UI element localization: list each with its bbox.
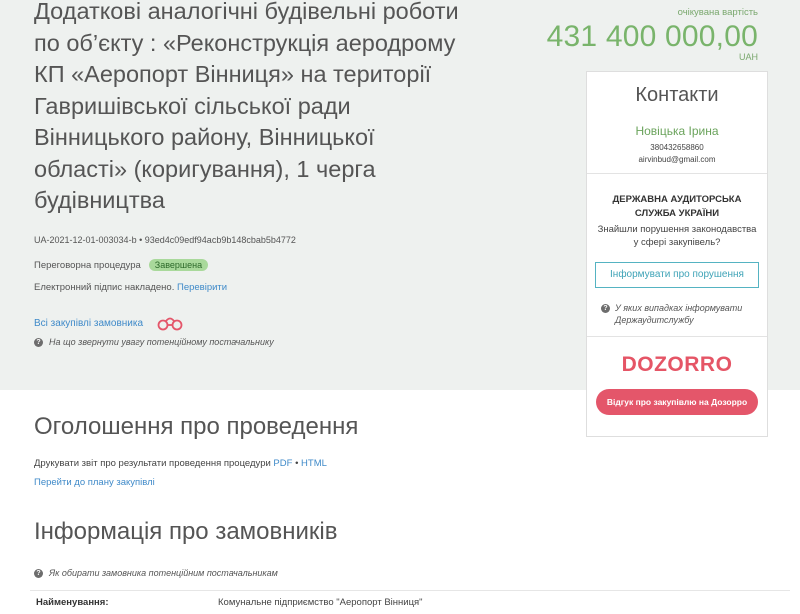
procedure-type: Переговорна процедура	[34, 259, 141, 271]
print-report-text: Друкувати звіт про результати проведення…	[34, 458, 271, 469]
procedure-row: Переговорна процедура Завершена	[34, 259, 209, 271]
supplier-note-row[interactable]: ? На що звернути увагу потенційному пост…	[34, 337, 274, 347]
tender-title: Додаткові аналогічні будівельні роботи п…	[34, 0, 459, 213]
contacts-title: Контакти	[635, 84, 719, 106]
question-icon: ?	[34, 337, 43, 347]
status-badge: Завершена	[148, 259, 209, 271]
html-link[interactable]: HTML	[301, 458, 327, 469]
audit-note[interactable]: ? У яких випадках інформувати Держаудитс…	[601, 302, 761, 326]
verify-signature-link[interactable]: Перевірити	[177, 282, 227, 293]
tender-id: UA-2021-12-01-003034-b	[34, 235, 137, 245]
panel-divider	[587, 336, 767, 337]
pdf-link[interactable]: PDF	[273, 458, 292, 469]
all-purchases-row: Всі закупівлі замовника	[34, 315, 183, 331]
binoculars-icon[interactable]	[157, 315, 183, 331]
report-violation-button[interactable]: Інформувати про порушення	[595, 262, 759, 288]
link-separator: •	[295, 458, 299, 469]
dozorro-feedback-button[interactable]: Відгук про закупівлю на Дозорро	[596, 389, 758, 415]
customer-note-text: Як обирати замовника потенційним постача…	[49, 568, 278, 578]
contact-phone: 380432658860	[650, 143, 704, 152]
audit-question: Знайшли порушення законодавства у сфері …	[597, 224, 757, 248]
panel-divider	[587, 173, 767, 174]
customer-name-row: Найменування: Комунальне підприємство "А…	[30, 590, 790, 614]
expected-value-label: очікувана вартість	[677, 7, 758, 18]
customer-note-row[interactable]: ? Як обирати замовника потенційним поста…	[34, 568, 278, 578]
print-report-row: Друкувати звіт про результати проведення…	[34, 458, 327, 469]
question-icon: ?	[601, 304, 610, 313]
signature-row: Електронний підпис накладено. Перевірити	[34, 282, 227, 293]
expected-value-amount: 431 400 000,00	[546, 20, 758, 53]
audit-note-text: У яких випадках інформувати Держаудитслу…	[615, 303, 743, 325]
all-purchases-link[interactable]: Всі закупівлі замовника	[34, 318, 143, 329]
plan-row: Перейти до плану закупівлі	[34, 477, 155, 488]
customer-name-label: Найменування:	[36, 597, 109, 608]
dozorro-logo: DOZORRO	[621, 353, 733, 376]
signature-text: Електронний підпис накладено.	[34, 282, 175, 293]
customers-heading: Інформація про замовників	[34, 518, 338, 545]
contacts-panel: Контакти Новіцька Ірина 380432658860 air…	[586, 71, 768, 437]
announcement-heading: Оголошення про проведення	[34, 413, 359, 440]
supplier-note-text: На що звернути увагу потенційному постач…	[49, 337, 274, 347]
purchase-plan-link[interactable]: Перейти до плану закупівлі	[34, 477, 155, 488]
audit-service-title: ДЕРЖАВНА АУДИТОРСЬКА СЛУЖБА УКРАЇНИ	[612, 194, 742, 219]
question-icon: ?	[34, 568, 43, 578]
contact-email: airvinbud@gmail.com	[638, 155, 716, 164]
customer-name-value: Комунальне підприємство "Аеропорт Вінниц…	[218, 597, 423, 608]
contact-name: Новіцька Ірина	[635, 124, 719, 138]
expected-value-currency: UAH	[738, 52, 758, 62]
tender-hash: 93ed4c09edf94acb9b148cbab5b4772	[144, 235, 296, 245]
tender-identifiers: UA-2021-12-01-003034-b • 93ed4c09edf94ac…	[34, 235, 296, 245]
